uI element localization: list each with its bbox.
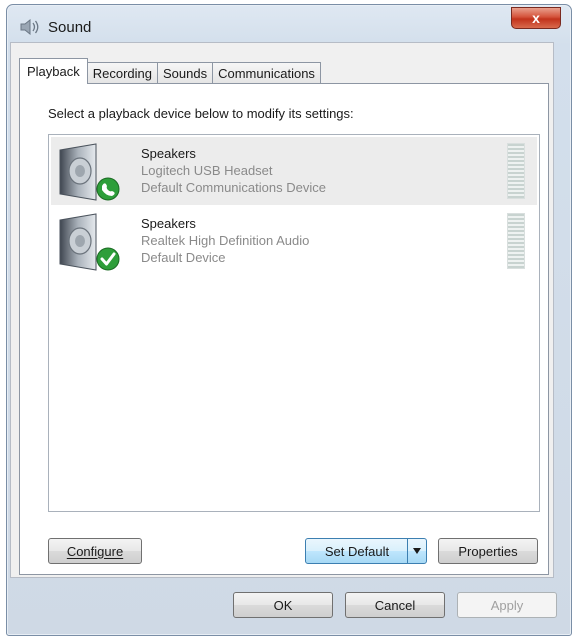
speaker-device-icon [59,143,120,201]
instruction-text: Select a playback device below to modify… [48,106,354,121]
device-description: Logitech USB Headset [141,163,273,178]
speaker-device-icon [59,213,120,271]
device-name: Speakers [141,216,196,231]
set-default-button[interactable]: Set Default [305,538,427,564]
device-status: Default Communications Device [141,180,326,195]
device-list[interactable]: Speakers Logitech USB Headset Default Co… [48,134,540,512]
tab-label: Sounds [163,66,208,81]
list-item-device-1[interactable]: Speakers Logitech USB Headset Default Co… [51,137,537,205]
close-icon: x [532,10,540,26]
button-label: Apply [490,597,524,613]
button-label: Properties [458,543,518,559]
device-name: Speakers [141,146,196,161]
device-description: Realtek High Definition Audio [141,233,310,248]
playback-panel: Select a playback device below to modify… [19,83,549,575]
tab-communications[interactable]: Communications [212,62,321,84]
tab-label: Playback [27,64,80,79]
cancel-button[interactable]: Cancel [345,592,445,618]
device-status: Default Device [141,250,226,265]
tab-sounds[interactable]: Sounds [157,62,214,84]
speaker-icon [20,19,39,35]
checkmark-badge-icon [96,247,120,271]
button-label: Configure [66,543,124,559]
button-label: Set Default [324,543,390,559]
dropdown-arrow-icon [413,548,421,554]
button-label: OK [273,597,293,613]
apply-button[interactable]: Apply [457,592,557,618]
list-item-device-2[interactable]: Speakers Realtek High Definition Audio D… [51,207,537,275]
tab-strip: Playback Recording Sounds Communications [19,58,321,84]
device-text: Speakers Realtek High Definition Audio D… [141,215,309,266]
tab-recording[interactable]: Recording [86,62,159,84]
ok-button[interactable]: OK [233,592,333,618]
tab-playback[interactable]: Playback [19,58,88,84]
set-default-dropdown[interactable] [407,539,426,563]
tab-label: Communications [218,66,315,81]
phone-badge-icon [96,177,120,201]
configure-button[interactable]: Configure [48,538,142,564]
volume-meter [507,143,525,199]
properties-button[interactable]: Properties [438,538,538,564]
window-title: Sound [48,19,92,36]
volume-meter [507,213,525,269]
close-button[interactable]: x [511,7,561,29]
tab-label: Recording [92,66,153,81]
button-label: Cancel [374,597,416,613]
device-text: Speakers Logitech USB Headset Default Co… [141,145,326,196]
